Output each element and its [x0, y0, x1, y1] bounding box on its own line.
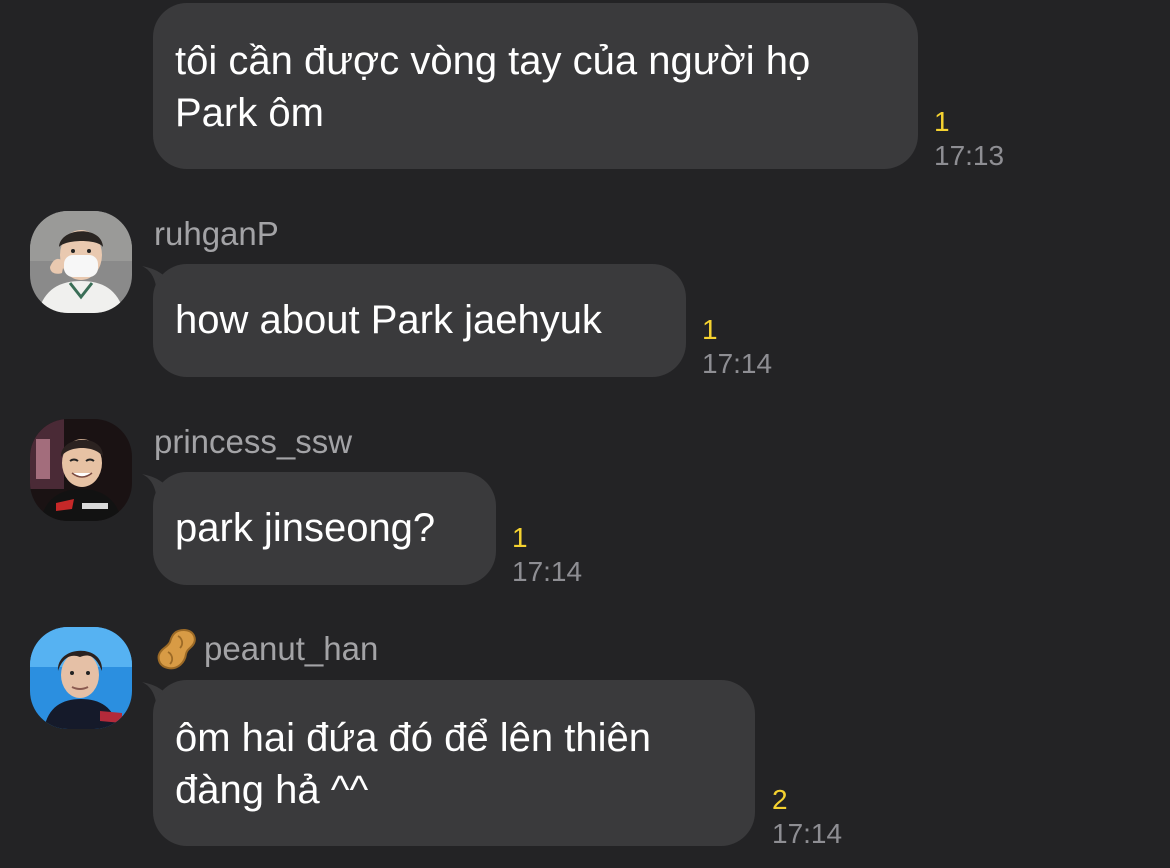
message-meta: 1 17:14	[702, 313, 772, 381]
avatar-person-blue-background-icon	[30, 627, 132, 729]
message-time: 17:13	[934, 140, 1005, 171]
avatar-smiling-person-icon	[30, 419, 132, 521]
message-text: tôi cần được vòng tay của người họ	[175, 39, 811, 83]
avatar[interactable]	[30, 211, 132, 313]
unread-count: 1	[934, 106, 950, 137]
message-meta: 1 17:13	[934, 105, 1004, 173]
message-text: how about Park jaehyuk	[175, 298, 602, 342]
message-text: Park ôm	[175, 91, 324, 135]
sender-name[interactable]: princess_ssw	[154, 422, 352, 462]
message-bubble[interactable]: ôm hai đứa đó để lên thiên đàng hả ^^	[153, 680, 755, 846]
unread-count: 1	[512, 522, 528, 553]
sender-name[interactable]: ruhganP	[154, 214, 279, 254]
message-time: 17:14	[512, 556, 583, 587]
unread-count: 2	[772, 784, 788, 815]
avatar[interactable]	[30, 627, 132, 729]
message-text: park jinseong?	[175, 506, 436, 550]
avatar[interactable]	[30, 419, 132, 521]
sender-name-text: princess_ssw	[154, 423, 353, 460]
message-meta: 1 17:14	[512, 521, 582, 589]
message-text: đàng hả ^^	[175, 768, 369, 812]
message-bubble[interactable]: tôi cần được vòng tay của người họ Park …	[153, 3, 918, 169]
unread-count: 1	[702, 314, 718, 345]
message-bubble[interactable]: how about Park jaehyuk	[153, 264, 686, 377]
message-bubble[interactable]: park jinseong?	[153, 472, 496, 585]
message-time: 17:14	[772, 818, 843, 849]
sender-name-text: ruhganP	[154, 215, 279, 252]
peanut-icon	[154, 626, 200, 672]
sender-name-text: peanut_han	[204, 630, 379, 667]
sender-name[interactable]: peanut_han	[154, 626, 378, 672]
message-meta: 2 17:14	[772, 783, 842, 851]
chat-message-list: tôi cần được vòng tay của người họ Park …	[0, 0, 1170, 868]
avatar-masked-person-icon	[30, 211, 132, 313]
message-time: 17:14	[702, 348, 773, 379]
message-text: ôm hai đứa đó để lên thiên	[175, 716, 651, 760]
